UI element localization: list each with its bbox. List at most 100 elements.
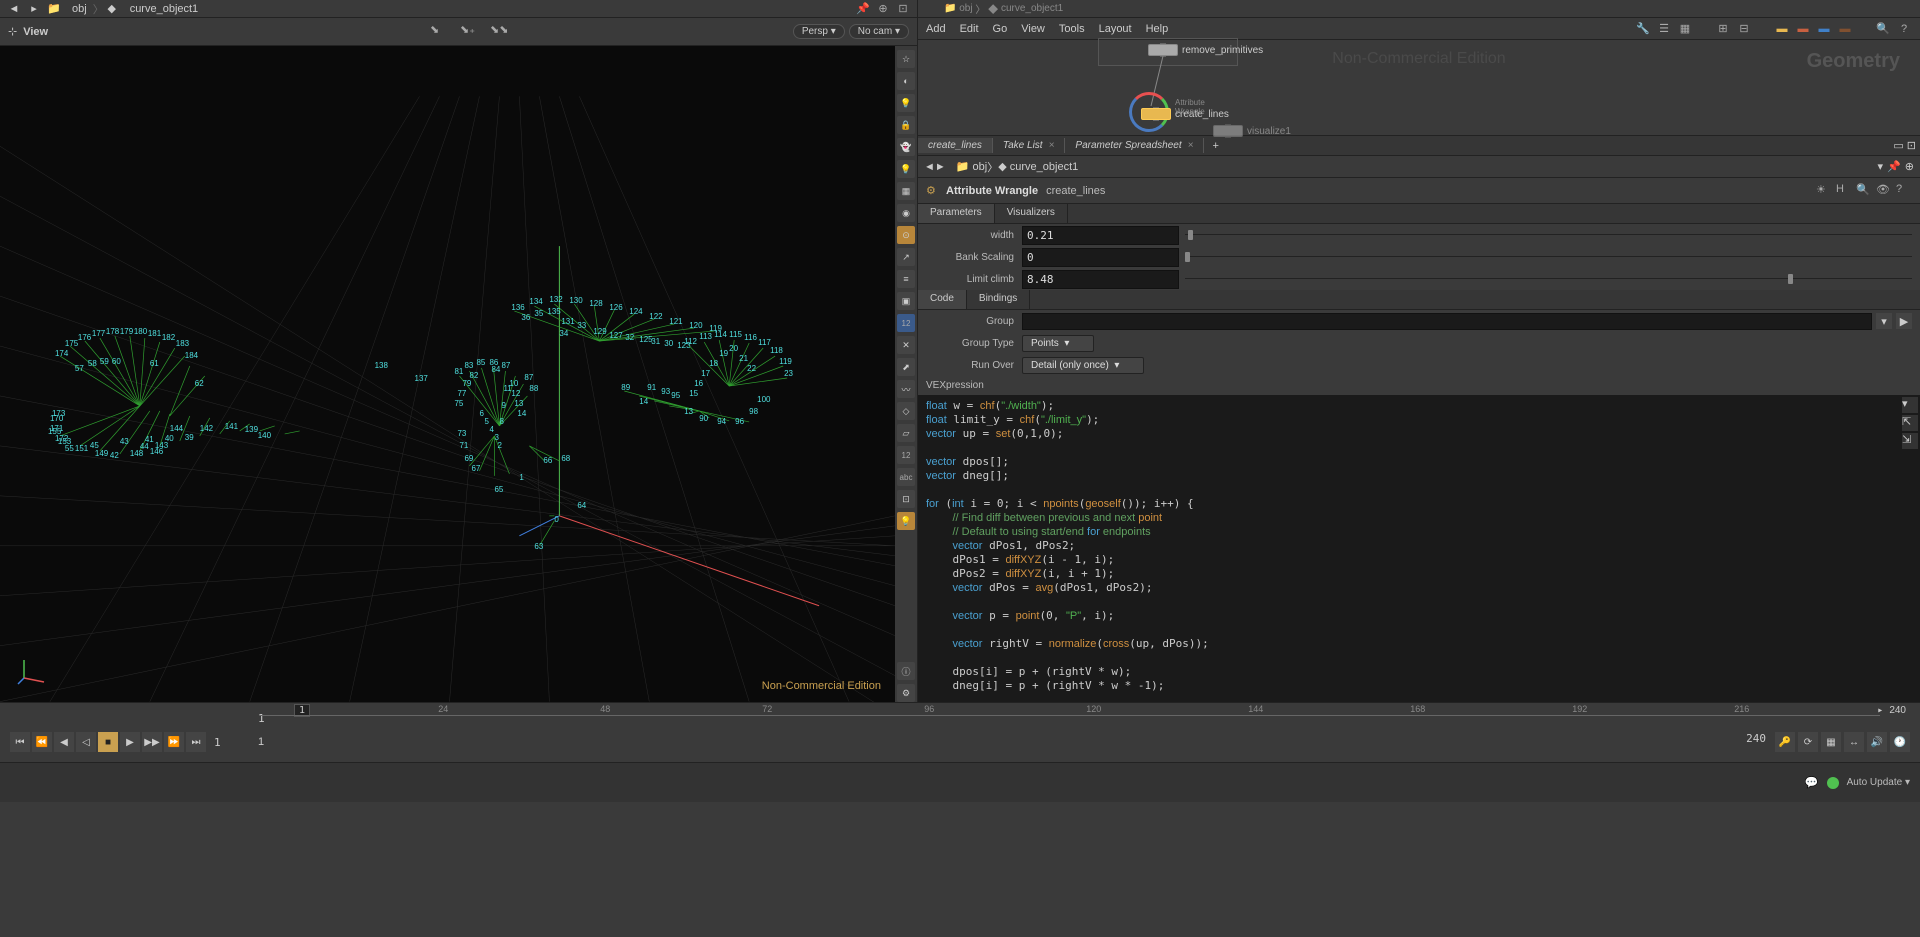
crumb-node[interactable]: curve_object1 [124, 3, 205, 15]
point-markers-icon[interactable]: ✕ [897, 336, 915, 354]
profiles-icon[interactable]: 〰 [897, 380, 915, 398]
tab-visualizers[interactable]: Visualizers [995, 204, 1068, 223]
menu-view[interactable]: View [1021, 23, 1045, 35]
realtime-icon[interactable]: ▦ [1821, 732, 1841, 752]
visualize-icon[interactable]: 💡 [897, 512, 915, 530]
camera-dropdown[interactable]: No cam ▾ [849, 24, 909, 39]
view-menu[interactable]: View [17, 24, 54, 40]
search-icon[interactable]: 🔍 [1875, 21, 1891, 37]
cv-icon[interactable]: ⊡ [897, 490, 915, 508]
materials-icon[interactable]: ◉ [897, 204, 915, 222]
auto-update-dropdown[interactable]: Auto Update ▾ [1847, 777, 1910, 788]
loop-icon[interactable]: ⟳ [1798, 732, 1818, 752]
play-button[interactable]: ▶ [120, 732, 140, 752]
input-group[interactable] [1022, 313, 1872, 330]
vex-code-editor[interactable]: float w = chf("./width"); float limit_y … [918, 395, 1920, 702]
help-icon[interactable]: ? [1896, 183, 1912, 199]
folder-icon[interactable]: 📁 [956, 160, 970, 173]
sun-icon[interactable]: ☀ [1816, 183, 1832, 199]
color2-icon[interactable]: ▬ [1795, 21, 1811, 37]
range-icon[interactable]: ↔ [1844, 732, 1864, 752]
dropdown-icon[interactable]: ▾ [1878, 160, 1884, 173]
color3-icon[interactable]: ▬ [1816, 21, 1832, 37]
slider-bank-scaling[interactable] [1185, 250, 1912, 264]
point-numbers-icon[interactable]: 12 [897, 314, 915, 332]
last-frame-button[interactable]: ⏭ [186, 732, 206, 752]
prim-normals-icon[interactable]: ⬈ [897, 358, 915, 376]
tab-parameters[interactable]: Parameters [918, 204, 995, 223]
tab-create-lines[interactable]: create_lines [918, 138, 993, 153]
bulb-icon[interactable]: 💡 [897, 160, 915, 178]
pin-icon[interactable]: 📌 [1887, 160, 1901, 173]
link-icon[interactable]: ⊕ [1905, 160, 1914, 173]
play-reverse-button[interactable]: ◁ [76, 732, 96, 752]
code-collapse-icon[interactable]: ⇲ [1902, 433, 1918, 449]
tab-take-list[interactable]: Take List× [993, 138, 1066, 153]
close-icon[interactable]: × [1188, 140, 1194, 151]
menu-go[interactable]: Go [993, 23, 1008, 35]
back-icon[interactable]: ◄ [924, 161, 935, 173]
close-icon[interactable]: × [1049, 140, 1055, 151]
menu-layout[interactable]: Layout [1099, 23, 1132, 35]
select-group-icon[interactable]: ⬊⬊ [490, 23, 508, 41]
frame-display[interactable]: 1 [214, 736, 221, 749]
settings-icon[interactable]: ⚙ [897, 684, 915, 702]
pin-icon[interactable]: 📌 [855, 1, 871, 17]
input-limit-climb[interactable] [1022, 270, 1179, 289]
menu-edit[interactable]: Edit [960, 23, 979, 35]
prim-numbers-icon[interactable]: 12 [897, 446, 915, 464]
range-end[interactable]: 240 [1746, 732, 1766, 752]
node-remove-primitives[interactable]: remove_primitives [1148, 44, 1263, 56]
info-icon[interactable]: ⓘ [897, 662, 915, 680]
normals-icon[interactable]: ↗ [897, 248, 915, 266]
node-create-lines[interactable]: create_lines Attribute Wrangle [1141, 108, 1229, 120]
eye-icon[interactable]: 👁 [1876, 183, 1892, 199]
list-icon[interactable]: ☰ [1656, 21, 1672, 37]
code-expand-icon[interactable]: ▾ [1902, 397, 1918, 413]
node-name[interactable]: create_lines [1046, 185, 1105, 197]
menu-add[interactable]: Add [926, 23, 946, 35]
footprints-icon[interactable]: abc [897, 468, 915, 486]
wrench-icon[interactable]: 🔧 [1635, 21, 1651, 37]
gear-icon[interactable]: ⚙ [926, 184, 940, 198]
group-arrow-icon[interactable]: ▶ [1896, 313, 1912, 329]
slider-width[interactable] [1185, 228, 1912, 242]
key-icon[interactable]: 🔑 [1775, 732, 1795, 752]
menu-tools[interactable]: Tools [1059, 23, 1085, 35]
group-picker-icon[interactable]: ▾ [1876, 313, 1892, 329]
chat-icon[interactable]: 💬 [1805, 776, 1819, 789]
tab-param-spreadsheet[interactable]: Parameter Spreadsheet× [1065, 138, 1204, 153]
next-key-button[interactable]: ⏩ [164, 732, 184, 752]
prev-frame-button[interactable]: ◀ [54, 732, 74, 752]
tab-add-button[interactable]: + [1204, 138, 1226, 154]
stop-button[interactable]: ■ [98, 732, 118, 752]
show-points-icon[interactable]: ⊙ [897, 226, 915, 244]
display-options-icon[interactable]: ☆ [897, 50, 915, 68]
search-icon[interactable]: 🔍 [1856, 183, 1872, 199]
jump-icon[interactable]: H [1836, 183, 1852, 199]
prev-key-button[interactable]: ⏪ [32, 732, 52, 752]
expand-icon[interactable]: ⊡ [895, 1, 911, 17]
input-width[interactable] [1022, 226, 1179, 245]
hulls-icon[interactable]: ◇ [897, 402, 915, 420]
audio-icon[interactable]: 🔊 [1867, 732, 1887, 752]
select-run-over[interactable]: Detail (only once) ▾ [1022, 357, 1144, 374]
timeline-ruler[interactable]: 24 48 72 96 120 144 168 192 216 [260, 715, 1880, 725]
select-tool-icon[interactable]: ⬊ [430, 23, 448, 41]
viewport-3d[interactable]: 174175176 177178179 180181182 183184 575… [0, 46, 895, 702]
select-group-type[interactable]: Points ▾ [1022, 335, 1094, 352]
clock-icon[interactable]: 🕐 [1890, 732, 1910, 752]
input-bank-scaling[interactable] [1022, 248, 1179, 267]
menu-help[interactable]: Help [1146, 23, 1169, 35]
slider-limit-climb[interactable] [1185, 272, 1912, 286]
select-add-icon[interactable]: ⬊₊ [460, 23, 478, 41]
range-start[interactable]: 1 [258, 736, 264, 748]
grid-icon[interactable]: ▦ [1677, 21, 1693, 37]
tab-code[interactable]: Code [918, 290, 967, 309]
cook-indicator-icon[interactable] [1827, 777, 1839, 789]
lock-icon[interactable]: 🔒 [897, 116, 915, 134]
bbox-icon[interactable]: ▣ [897, 292, 915, 310]
fwd-icon[interactable]: ► [935, 161, 946, 173]
view2-icon[interactable]: ⊟ [1736, 21, 1752, 37]
color4-icon[interactable]: ▬ [1837, 21, 1853, 37]
